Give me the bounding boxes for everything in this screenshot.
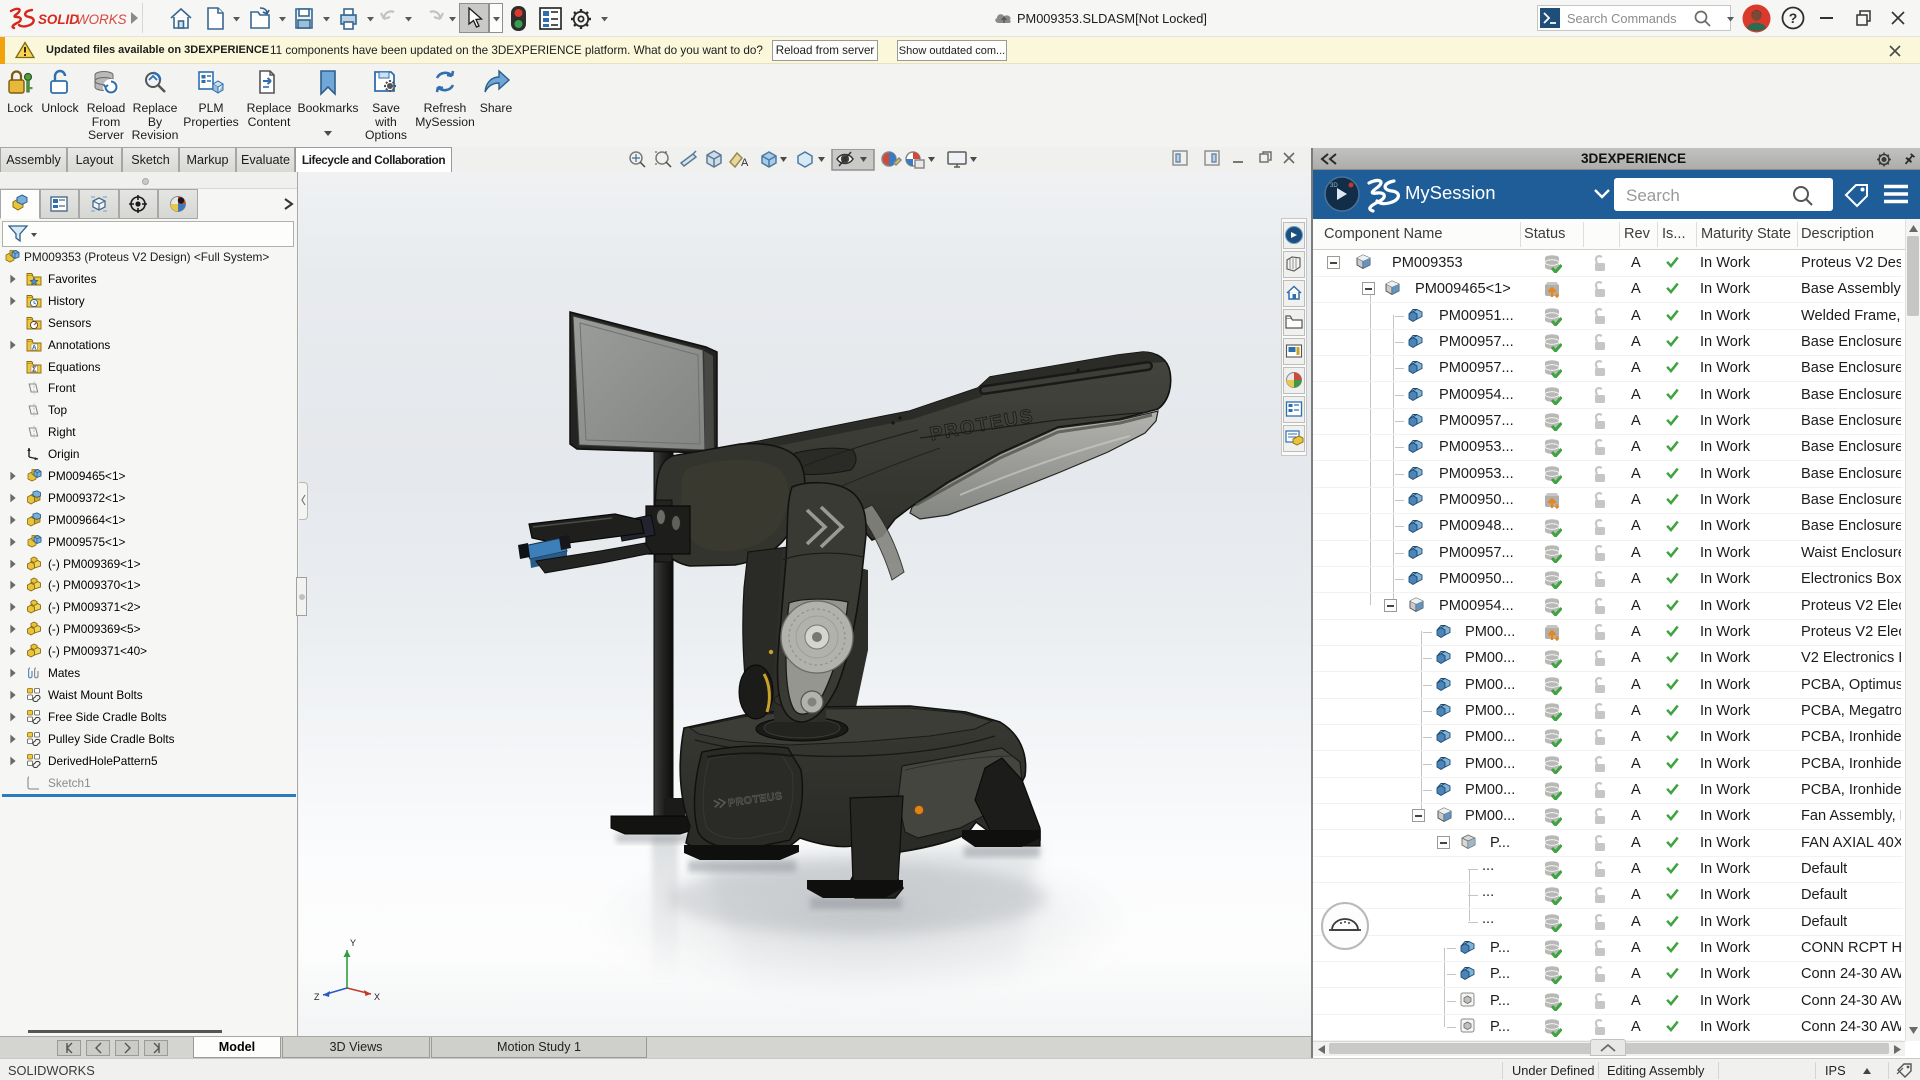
svg-text:?: ? xyxy=(1789,10,1798,26)
svg-text:X: X xyxy=(374,992,380,1002)
svg-text:A: A xyxy=(741,157,749,169)
svg-text:SOLID: SOLID xyxy=(38,12,79,27)
svg-text:Z: Z xyxy=(314,992,320,1002)
svg-text:Y: Y xyxy=(350,938,356,948)
svg-text:3D: 3D xyxy=(1330,183,1338,189)
svg-text:A: A xyxy=(32,345,37,352)
svg-text:WORKS: WORKS xyxy=(76,12,127,27)
svg-text:Σ: Σ xyxy=(32,367,36,374)
